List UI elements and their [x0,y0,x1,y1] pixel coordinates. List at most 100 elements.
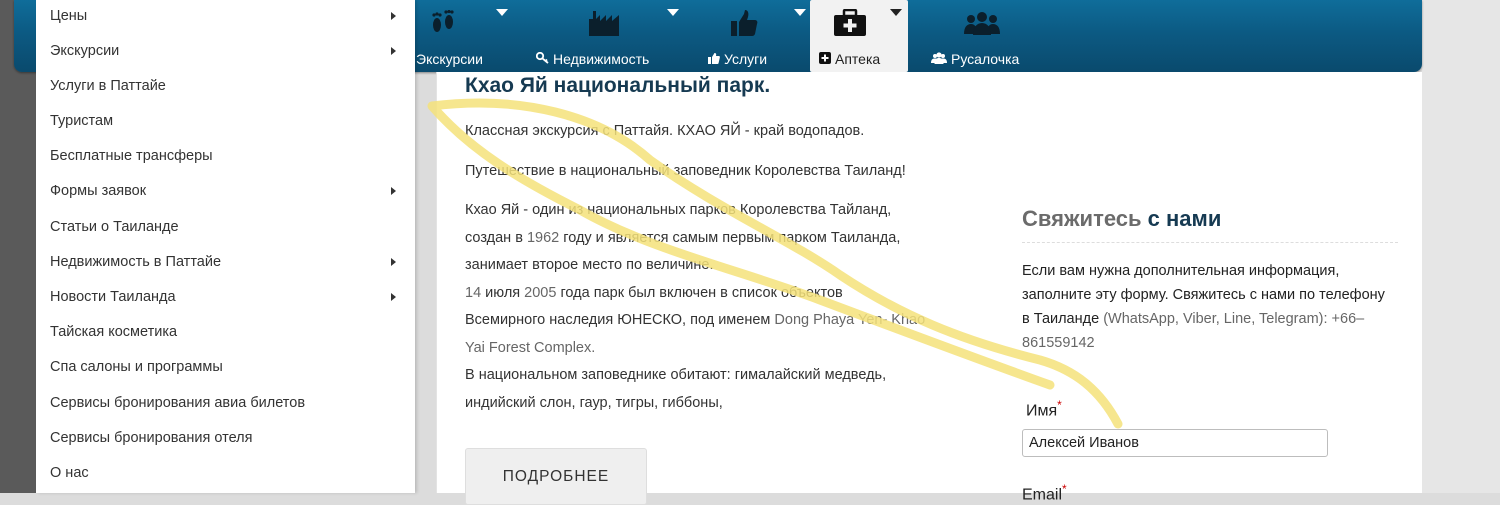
article-text: Всемирного наследия ЮНЕСКО, под именем [465,312,775,328]
article-latin-name: Yai Forest Complex. [465,339,596,356]
nav-pharmacy[interactable]: Аптека [810,0,908,72]
contact-title-part: Свяжитесь [1022,206,1142,231]
menu-item-spa-salons[interactable]: Спа салоны и программы [50,350,410,385]
nav-services[interactable]: Услуги [704,0,814,72]
article-line: В национальном заповеднике обитают: гима… [465,367,887,383]
contact-title: Свяжитесь с нами [1022,206,1221,232]
nav-rusalochka-label: Русалочка [931,51,1019,67]
article-title[interactable]: Кхао Яй национальный парк. [465,74,770,98]
menu-item-pattaya-real-estate[interactable]: Недвижимость в Паттайе [50,245,410,280]
article-content: Кхао Яй национальный парк. Классная экск… [436,72,1005,505]
menu-item-label: Тайская косметика [50,324,178,340]
article-text: году и является самым первым парком Таил… [559,229,901,246]
article-line: Кхао Яй - один из национальных парков Ко… [465,202,892,218]
menu-item-tourists[interactable]: Туристам [50,104,410,139]
chevron-right-icon [391,12,396,20]
name-label: Имя* [1026,398,1062,420]
menu-item-label: Цены [50,8,88,24]
dropdown-menu: Цены Экскурсии Услуги в Паттайе Туристам… [36,0,415,493]
name-field[interactable] [1022,429,1328,457]
chevron-down-icon[interactable] [794,9,806,16]
email-label: Email* [1022,482,1067,504]
menu-item-about[interactable]: О нас [50,456,410,491]
plus-square-icon [819,52,831,67]
nav-excursions-label: Экскурсии [416,51,483,67]
menu-item-label: Недвижимость в Паттайе [50,254,222,270]
article-year: 1962 [526,229,560,246]
nav-excursions[interactable]: Экскурсии [412,0,508,72]
menu-item-label: Сервисы бронирования авиа билетов [50,395,306,411]
nav-pharmacy-label: Аптека [819,51,880,67]
menu-item-hotel-booking[interactable]: Сервисы бронирования отеля [50,421,410,456]
article-text: создан в [465,229,527,246]
contact-sidebar: Свяжитесь с нами Если вам нужна дополнит… [1004,72,1422,503]
chevron-right-icon [391,47,396,55]
menu-item-thailand-news[interactable]: Новости Таиланда [50,280,410,315]
article-text: июля [481,284,525,301]
article-line: занимает второе место по величине. [465,257,714,273]
required-mark: * [1062,482,1067,496]
menu-item-label: Статьи о Таиланде [50,219,179,235]
menu-item-label: Новости Таиланда [50,289,176,305]
nav-pharmacy-text: Аптека [835,51,881,67]
chevron-down-icon[interactable] [667,9,679,16]
menu-item-label: Туристам [50,113,114,129]
menu-item-pattaya-services[interactable]: Услуги в Паттайе [50,69,410,104]
menu-item-label: Формы заявок [50,183,147,199]
footprints-icon [428,8,458,38]
menu-item-prices[interactable]: Цены [50,0,410,34]
factory-icon [586,8,622,38]
menu-item-label: Услуги в Паттайе [50,78,166,94]
article-year: 2005 [524,284,557,301]
first-aid-kit-icon [832,8,868,38]
read-more-button[interactable]: ПОДРОБНЕЕ [465,448,647,505]
menu-item-request-forms[interactable]: Формы заявок [50,174,410,209]
nav-services-text: Услуги [724,51,768,67]
menu-item-thai-cosmetics[interactable]: Тайская косметика [50,315,410,350]
chevron-right-icon [391,187,396,195]
article-paragraph-1: Классная экскурсия с Паттайя. КХАО ЯЙ - … [465,123,865,139]
thumbs-up-icon [708,52,720,67]
article-text: года парк был включен в список объектов [556,284,843,301]
required-mark: * [1057,398,1062,412]
chevron-right-icon [391,293,396,301]
nav-rusalochka-text: Русалочка [951,51,1020,67]
menu-item-label: Экскурсии [50,43,120,59]
article-line: индийский слон, гаур, тигры, гиббоны, [465,394,723,411]
nav-real-estate[interactable]: Недвижимость [534,0,694,72]
contact-title-part: с нами [1141,206,1222,231]
users-icon [931,52,947,67]
article-line: Yai Forest Complex. [465,335,985,363]
page-left-edge [0,0,36,493]
menu-item-label: Бесплатные трансферы [50,148,213,164]
article-line: 14 июля 2005 года парк был включен в спи… [465,280,985,308]
nav-real-estate-label: Недвижимость [535,51,650,67]
article-line: создан в 1962 году и является самым перв… [465,225,985,253]
users-icon [962,8,1002,38]
page-right-edge [1422,0,1500,493]
menu-item-free-transfers[interactable]: Бесплатные трансферы [50,139,410,174]
article-paragraph-2: Путешествие в национальный заповедник Ко… [465,163,906,179]
contact-messengers: (WhatsApp, Viber, Line, Telegram): [1103,311,1328,327]
chevron-right-icon [391,258,396,266]
thumbs-up-icon [728,8,760,38]
divider [1022,242,1398,243]
contact-description: Если вам нужна дополнительная информация… [1022,259,1392,355]
article-line: Всемирного наследия ЮНЕСКО, под именем D… [465,307,985,335]
article-latin-name: Dong Phaya Yen- Khao [774,312,926,328]
chevron-down-icon[interactable] [496,9,508,16]
menu-item-thailand-articles[interactable]: Статьи о Таиланде [50,210,410,245]
nav-real-estate-text: Недвижимость [553,51,650,67]
menu-item-label: Спа салоны и программы [50,359,223,375]
menu-item-label: О нас [50,465,89,481]
name-label-text: Имя [1026,402,1058,420]
menu-item-label: Сервисы бронирования отеля [50,430,253,446]
chevron-down-icon[interactable] [890,9,902,16]
nav-services-label: Услуги [708,51,767,67]
nav-rusalochka[interactable]: Русалочка [928,0,1038,72]
key-icon [535,51,549,67]
email-label-text: Email [1022,486,1063,504]
menu-item-flight-booking[interactable]: Сервисы бронирования авиа билетов [50,386,410,421]
article-paragraph-3: Кхао Яй - один из национальных парков Ко… [465,197,985,417]
menu-item-excursions[interactable]: Экскурсии [50,34,410,69]
